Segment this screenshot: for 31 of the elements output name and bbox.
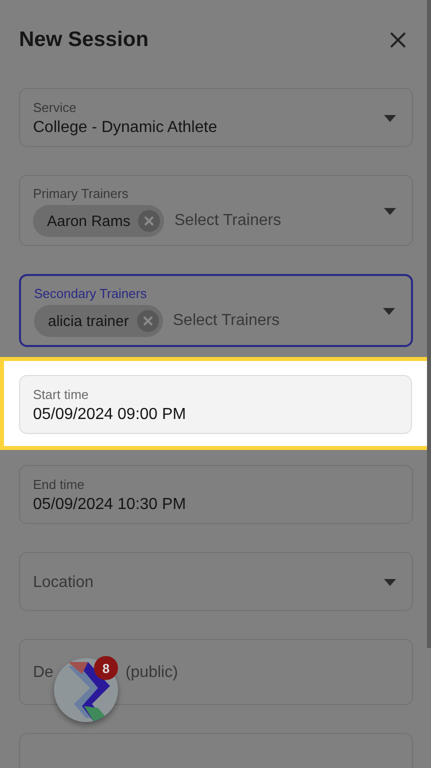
- field-value: 05/09/2024 09:00 PM: [33, 406, 188, 424]
- field-value: 05/09/2024 10:30 PM: [33, 496, 188, 514]
- field-label: Service: [33, 100, 78, 115]
- field-placeholder: Location: [33, 574, 94, 592]
- trainer-chip[interactable]: alicia trainer: [34, 305, 163, 337]
- input-field[interactable]: End time 05/09/2024 10:30 PM: [19, 465, 413, 524]
- remove-icon[interactable]: [136, 310, 159, 332]
- caret-icon: [384, 208, 396, 214]
- field-label: End time: [33, 477, 86, 492]
- field-value: College - Dynamic Athlete: [33, 119, 218, 137]
- dialog-title: New Session: [19, 28, 149, 52]
- select-field[interactable]: Location: [19, 552, 413, 611]
- field-placeholder: Select Trainers: [174, 212, 282, 230]
- scrollbar[interactable]: [427, 0, 431, 648]
- caret-icon: [384, 114, 396, 122]
- trainer-chip[interactable]: Aaron Rams: [33, 205, 164, 237]
- field-label: Primary Trainers: [33, 186, 130, 201]
- caret-icon: [384, 578, 396, 586]
- caret-icon: [383, 308, 395, 314]
- field-placeholder: De: [33, 664, 54, 682]
- field-placeholder: Select Trainers: [172, 312, 280, 330]
- input-field[interactable]: Start time 05/09/2024 09:00 PM: [19, 375, 412, 434]
- field-label: Secondary Trainers: [34, 286, 148, 301]
- select-field[interactable]: Secondary Trainers alicia trainer Select Trainers: [19, 274, 413, 347]
- select-field[interactable]: Primary Trainers Aaron Rams Select Trainers: [19, 175, 413, 246]
- select-field[interactable]: Service College - Dynamic Athlete: [19, 88, 413, 147]
- close-button[interactable]: [389, 31, 407, 49]
- remove-icon[interactable]: [138, 210, 160, 232]
- field-label: Start time: [33, 387, 90, 402]
- field-placeholder: (public): [125, 664, 178, 682]
- notification-badge: 8: [94, 656, 118, 680]
